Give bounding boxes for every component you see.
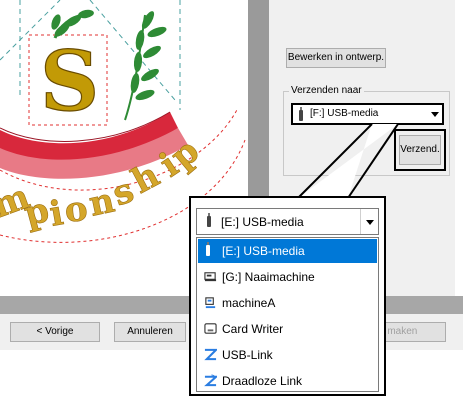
- usb-link-icon: [204, 348, 217, 361]
- popup-select-arrow-button[interactable]: [360, 209, 378, 234]
- option-sewing-machine-g[interactable]: [G:] Naaimachine: [198, 265, 377, 289]
- network-machine-icon: [205, 297, 216, 309]
- chevron-down-icon: [366, 219, 374, 225]
- card-writer-icon: [204, 323, 217, 334]
- wireless-link-icon: [204, 374, 217, 387]
- option-card-writer[interactable]: Card Writer: [198, 317, 377, 341]
- option-usb-media-e[interactable]: [E:] USB-media: [198, 239, 377, 263]
- option-machine-a[interactable]: machineA: [198, 291, 377, 315]
- sewing-machine-icon: [204, 272, 217, 282]
- option-wireless-link[interactable]: Draadloze Link: [198, 369, 377, 393]
- popup-drive-select[interactable]: [E:] USB-media: [196, 208, 379, 235]
- popup-select-value: [E:] USB-media: [221, 215, 304, 229]
- option-usb-link[interactable]: USB-Link: [198, 343, 377, 367]
- usb-drive-icon: [207, 213, 211, 227]
- usb-drive-icon: [206, 242, 210, 256]
